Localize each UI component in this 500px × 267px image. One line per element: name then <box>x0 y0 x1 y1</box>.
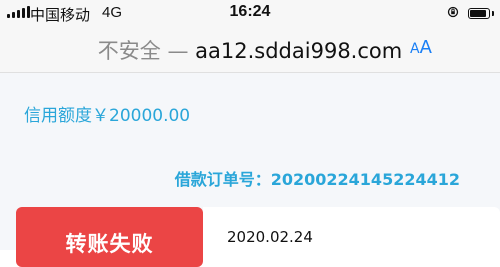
order-number-line: 借款订单号：20200224145224412 <box>175 166 460 190</box>
order-info-card: 2020.02.24 <box>203 207 500 267</box>
order-number-value: 20200224145224412 <box>270 170 460 189</box>
rotation-lock-icon <box>447 6 459 18</box>
transfer-status-label: 转账失败 <box>65 232 154 256</box>
address-bar[interactable]: 不安全 — aa12.sddai998.com AA <box>0 28 500 73</box>
insecure-label: 不安全 <box>97 39 161 63</box>
status-time: 16:24 <box>229 3 271 20</box>
order-number-label: 借款订单号： <box>174 170 271 189</box>
status-bar: 中国移动 4G 16:24 <box>0 0 500 28</box>
credit-limit: 信用额度￥20000.00 <box>24 106 191 126</box>
url-separator: — <box>167 39 189 63</box>
url-text: aa12.sddai998.com <box>195 39 403 63</box>
battery-icon <box>468 8 494 19</box>
transfer-failed-button[interactable]: 转账失败 <box>16 207 203 267</box>
order-date: 2020.02.24 <box>227 228 313 246</box>
text-size-button[interactable]: AA <box>410 37 432 58</box>
